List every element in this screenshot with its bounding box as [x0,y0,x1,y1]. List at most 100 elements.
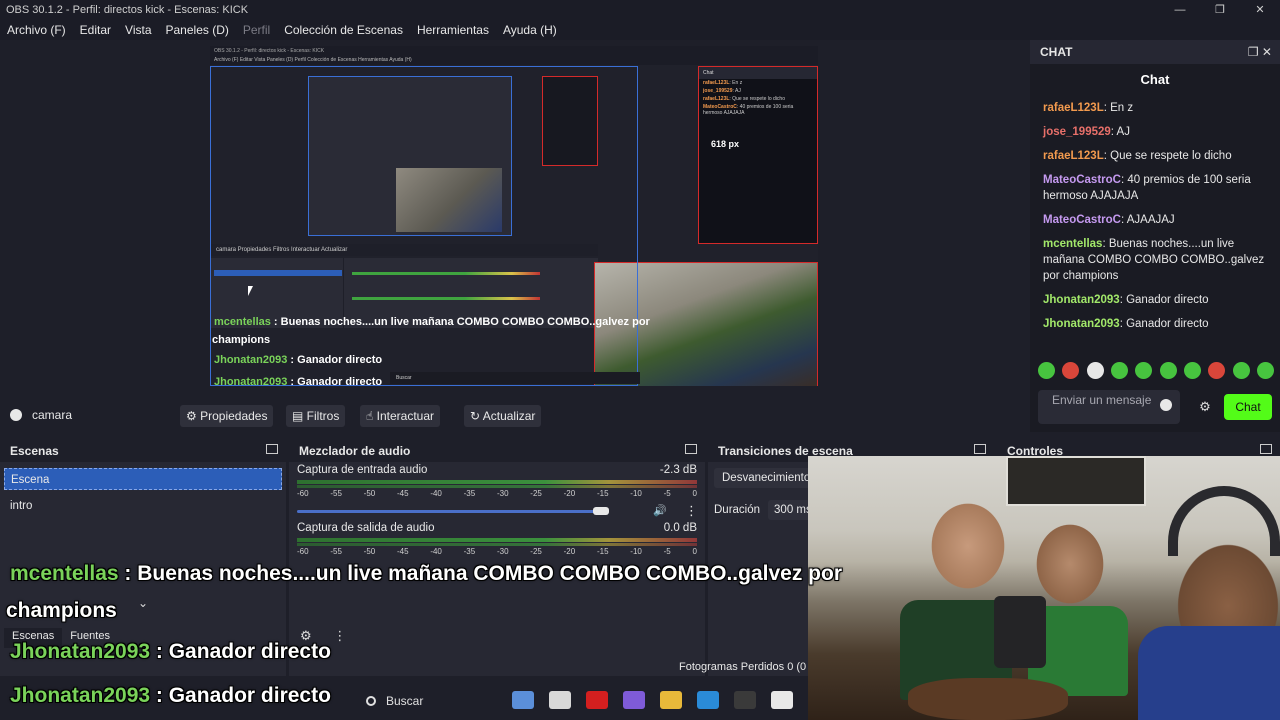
app-icon[interactable] [771,691,793,709]
popout-icon[interactable] [1260,444,1272,454]
chat-dock-header: CHAT ❐ ✕ [1030,40,1280,64]
source-visibility-icon [10,409,22,421]
app-icon[interactable] [586,691,608,709]
chat-message-input[interactable]: Enviar un mensaje [1038,390,1180,424]
more-options-icon[interactable]: ⋮ [685,503,698,519]
overlay-chat-line-2: champions [6,599,117,622]
search-icon [366,696,376,706]
chat-text: : Ganador directo [1119,318,1209,330]
chat-message: Jhonatan2093: Ganador directo [1030,288,1280,312]
emote-icon[interactable] [1038,362,1055,379]
menu-tools[interactable]: Herramientas [410,23,496,37]
chat-username[interactable]: jose_199529 [1043,126,1111,138]
webcam-pot [994,596,1046,668]
taskbar: Buscar [330,686,808,716]
menu-view[interactable]: Vista [118,23,158,37]
chat-text: : Ganador directo [1119,294,1209,306]
menu-edit[interactable]: Editar [73,23,118,37]
source-name: camara [32,408,73,422]
meter-ticks: -60 -55 -50 -45 -40 -35 -30 -25 -20 -15 -10 -5 0 [297,547,697,556]
speaker-icon[interactable]: 🔊 [653,504,667,517]
chat-username[interactable]: Jhonatan2093 [1043,294,1120,306]
level-meter [297,485,697,488]
chat-message: MateoCastroC: 40 premios de 100 seria he… [1030,168,1280,208]
chat-text: : En z [1103,102,1134,114]
volume-slider[interactable]: 🔊 ⋮ [297,503,698,518]
nested-meter [352,272,540,275]
menu-docks[interactable]: Paneles (D) [159,23,236,37]
nested-overlay-line-4: Jhonatan2093 : Ganador directo [214,376,383,386]
popout-icon[interactable] [266,444,278,454]
menu-file[interactable]: Archivo (F) [0,23,73,37]
file-icon[interactable] [549,691,571,709]
chat-text: : AJ [1110,126,1130,138]
maximize-button[interactable]: ❐ [1200,0,1240,20]
filters-button[interactable]: ▤ Filtros [286,405,346,427]
popout-icon[interactable] [974,444,986,454]
emote-icon[interactable] [1086,362,1104,379]
gear-icon[interactable]: ⚙ [1192,399,1218,415]
menu-scene-collection[interactable]: Colección de Escenas [277,23,410,37]
chat-message: jose_199529: AJ [1030,120,1280,144]
chat-username[interactable]: rafaeL123L [1043,150,1104,162]
refresh-button[interactable]: ↻ Actualizar [464,405,542,427]
chat-message: MateoCastroC: AJAAJAJ [1030,208,1280,232]
nested-inner-camera [396,168,502,232]
webcam-table [908,678,1068,720]
chat-username[interactable]: MateoCastroC [1043,214,1121,226]
taskbar-search[interactable]: Buscar [366,694,423,708]
volume-knob[interactable] [593,507,609,515]
app-icon[interactable] [512,691,534,709]
level-meter [297,480,697,484]
dock-popout-close-icons[interactable]: ❐ ✕ [1248,45,1272,59]
interact-button[interactable]: ☝ Interactuar [360,405,441,427]
minimize-button[interactable]: — [1160,0,1200,20]
obs-icon[interactable] [734,691,756,709]
title-bar: OBS 30.1.2 - Perfil: directos kick - Esc… [0,0,1280,20]
window-controls: — ❐ ✕ [1160,0,1280,20]
scenes-dock-header: Escenas [0,440,286,462]
chat-username[interactable]: mcentellas [1043,238,1102,250]
chevron-down-icon[interactable]: ⌄ [138,596,148,610]
chat-dock: CHAT ❐ ✕ Chat rafaeL123L: En z jose_19952… [1030,40,1280,432]
emote-icon[interactable] [1159,362,1177,379]
emote-icon[interactable] [1183,362,1201,379]
menu-help[interactable]: Ayuda (H) [496,23,564,37]
scene-item[interactable]: intro [4,495,282,517]
nested-chat-line: MateoCastroC: 40 premios de 100 seria he… [703,104,794,116]
browser-icon[interactable] [697,691,719,709]
emoji-icon[interactable] [1160,399,1172,411]
emote-icon[interactable] [1208,362,1226,379]
menu-profile[interactable]: Perfil [236,23,277,37]
emote-icon[interactable] [1232,362,1250,379]
emote-icon[interactable] [1135,362,1153,379]
nested-overlay-line-2: champions [212,334,271,346]
chat-username[interactable]: MateoCastroC [1043,174,1121,186]
emote-icon[interactable] [1256,362,1274,379]
selected-source: camara [10,408,72,422]
chat-username[interactable]: rafaeL123L [1043,102,1104,114]
dropped-frames-status: Fotogramas Perdidos 0 (0 [679,661,807,673]
more-options-icon[interactable]: ⋮ [333,628,346,643]
folder-icon[interactable] [660,691,682,709]
nested-chat-header: Chat [699,67,817,79]
chat-title: Chat [1140,72,1170,87]
chat-send-button[interactable]: Chat [1224,394,1272,420]
nested-chat-line: jose_199529: AJ [703,88,741,94]
nested-chat-line: rafaeL123L: En z [703,80,743,86]
nested-scene-selected [214,270,342,276]
webcam-window [1006,456,1146,506]
emote-icon[interactable] [1062,362,1080,379]
chat-username[interactable]: Jhonatan2093 [1043,318,1120,330]
nested-taskbar: Buscar [390,372,640,384]
source-toolbar: camara ⚙ Propiedades ▤ Filtros ☝ Interac… [0,402,1028,430]
level-meter [297,543,697,546]
window-title: OBS 30.1.2 - Perfil: directos kick - Esc… [6,4,249,16]
emote-icon[interactable] [1110,362,1128,379]
scene-item[interactable]: Escena [4,468,282,490]
close-button[interactable]: ✕ [1240,0,1280,20]
preview-canvas[interactable]: OBS 30.1.2 - Perfil: directos kick - Esc… [210,46,818,386]
properties-button[interactable]: ⚙ Propiedades [180,405,274,427]
popout-icon[interactable] [685,444,697,454]
app-icon[interactable] [623,691,645,709]
